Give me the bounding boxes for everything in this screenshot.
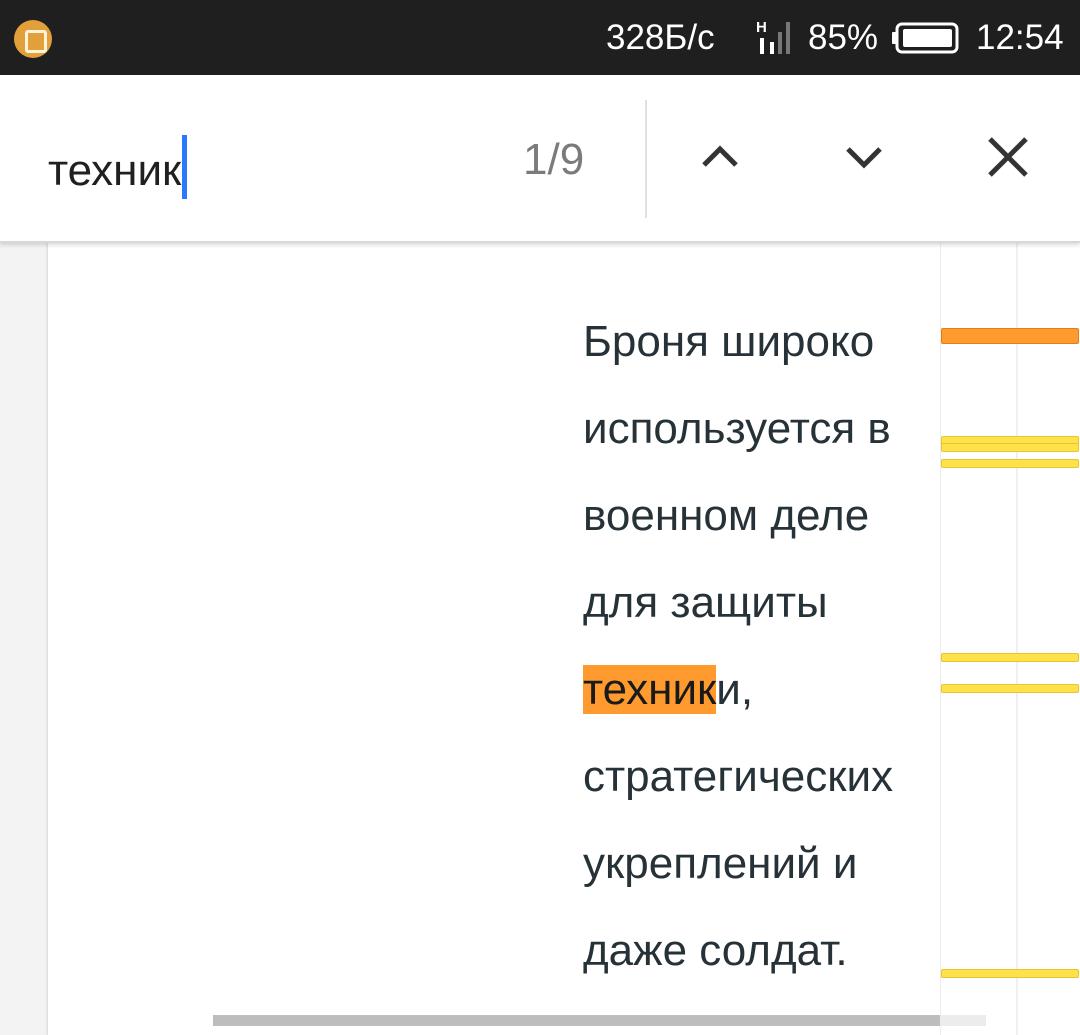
- signal-icon: H: [756, 19, 790, 54]
- status-bar: 328Б/с H 85% 12:54: [0, 0, 1080, 75]
- partial-text-line: объект.: [584, 243, 731, 253]
- article-line: военном деле: [583, 491, 870, 540]
- battery-percent: 85%: [808, 18, 879, 57]
- article-line-with-match: техники,: [583, 655, 940, 742]
- active-match-marker[interactable]: [941, 328, 1079, 344]
- active-search-highlight: техник: [583, 665, 717, 714]
- match-marker-gutter[interactable]: [940, 243, 1080, 1035]
- gutter-track: [1016, 243, 1018, 1035]
- match-marker[interactable]: [941, 653, 1079, 662]
- match-marker[interactable]: [941, 459, 1079, 468]
- clock: 12:54: [976, 18, 1064, 57]
- match-marker[interactable]: [941, 969, 1079, 978]
- text-caret: [182, 135, 188, 199]
- article-line: Броня широко: [583, 317, 875, 366]
- close-icon: [988, 137, 1028, 177]
- article-line: стратегических: [583, 752, 894, 801]
- network-speed: 328Б/с: [606, 18, 715, 57]
- signal-label: H: [756, 19, 767, 36]
- divider: [645, 100, 647, 218]
- article-line: для защиты: [583, 578, 828, 627]
- chevron-up-icon: [702, 145, 738, 167]
- match-marker[interactable]: [941, 684, 1079, 693]
- article-line: даже солдат.: [583, 926, 848, 975]
- find-query-text: техник: [48, 146, 182, 195]
- web-page-content: объект. Броня широко используется в воен…: [48, 243, 940, 1035]
- next-match-button[interactable]: [824, 117, 904, 197]
- find-input[interactable]: техник: [48, 135, 188, 199]
- find-in-page-bar: техник 1/9: [0, 75, 1080, 243]
- chevron-down-icon: [846, 147, 882, 169]
- close-find-button[interactable]: [968, 117, 1048, 197]
- app-notification-icon: [14, 20, 52, 58]
- article-line: используется в: [583, 404, 891, 453]
- battery-icon: [892, 22, 959, 54]
- match-marker[interactable]: [941, 443, 1079, 452]
- match-counter: 1/9: [523, 135, 585, 184]
- article-line: укреплений и: [583, 839, 858, 888]
- previous-match-button[interactable]: [680, 117, 760, 197]
- horizontal-scrollbar-thumb[interactable]: [213, 1015, 940, 1026]
- match-suffix: и,: [716, 665, 754, 714]
- article-paragraph: Броня широко используется в военном деле…: [583, 307, 940, 1003]
